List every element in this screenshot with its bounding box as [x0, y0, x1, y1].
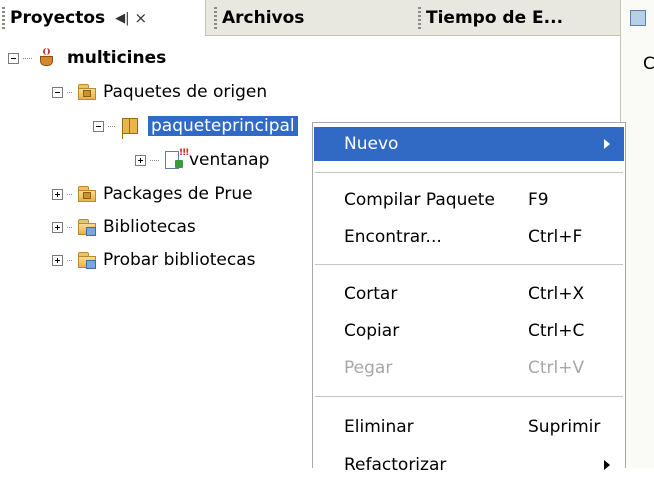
context-menu: Nuevo Compilar Paquete F9 Encontrar... C…	[312, 122, 626, 475]
menu-item-cortar[interactable]: Cortar Ctrl+X	[314, 277, 624, 311]
menu-item-label: Pegar	[344, 358, 393, 378]
tree-node-ventanap[interactable]: !!! ventanap	[135, 147, 269, 173]
menu-item-label: Cortar	[344, 284, 398, 304]
tab-proyectos-label: Proyectos	[10, 8, 106, 28]
tree-node-label: ventanap	[189, 150, 270, 170]
tree-connector	[108, 125, 116, 127]
tree-connector	[67, 226, 73, 228]
menu-item-label: Encontrar...	[344, 227, 442, 247]
expand-toggle-icon[interactable]	[52, 188, 63, 200]
menu-item-compilar-paquete[interactable]: Compilar Paquete F9	[314, 183, 624, 217]
menu-separator	[315, 396, 623, 397]
menu-separator	[315, 172, 623, 173]
menu-separator	[315, 264, 623, 265]
submenu-arrow-icon	[604, 460, 610, 470]
tree-node-bibliotecas[interactable]: Bibliotecas	[52, 214, 196, 240]
tree-node-paquetes-de-origen[interactable]: Paquetes de origen	[52, 79, 267, 105]
tree-node-label: Probar bibliotecas	[103, 250, 256, 270]
tree-node-label: Packages de Prue	[103, 184, 253, 204]
menu-item-shortcut: Ctrl+F	[528, 227, 583, 247]
folder-package-icon	[77, 82, 97, 102]
tree-node-paqueteprincipal[interactable]: paqueteprincipal	[93, 113, 298, 139]
expand-toggle-icon[interactable]	[52, 221, 63, 233]
tab-tiempo-de-ejecucion[interactable]: Tiempo de E...	[418, 0, 606, 36]
menu-item-shortcut: Ctrl+X	[528, 284, 585, 304]
minimize-window-icon[interactable]: ◀|	[115, 11, 129, 26]
editor-edge-text: C	[643, 54, 654, 74]
collapse-toggle-icon[interactable]	[52, 86, 63, 98]
tree-connector	[150, 159, 159, 161]
menu-item-label: Compilar Paquete	[344, 190, 495, 210]
menu-item-label: Eliminar	[344, 417, 414, 437]
tree-connector	[67, 259, 73, 261]
tree-node-label: paqueteprincipal	[148, 116, 298, 136]
tree-node-label: Bibliotecas	[103, 217, 196, 237]
menu-item-label: Nuevo	[344, 134, 399, 154]
tree-node-label: Paquetes de origen	[103, 82, 268, 102]
menu-item-encontrar[interactable]: Encontrar... Ctrl+F	[314, 220, 624, 254]
menu-item-label: Refactorizar	[344, 455, 447, 475]
tree-node-packages-de-prueba[interactable]: Packages de Prue	[52, 181, 253, 207]
java-form-file-icon: !!!	[163, 148, 189, 170]
tab-drag-grip[interactable]	[2, 7, 5, 29]
tab-archivos[interactable]: Archivos	[214, 0, 409, 36]
menu-item-copiar[interactable]: Copiar Ctrl+C	[314, 314, 624, 348]
menu-item-refactorizar[interactable]: Refactorizar	[314, 448, 624, 482]
menu-item-shortcut: F9	[528, 190, 549, 210]
menu-item-nuevo[interactable]: Nuevo	[314, 127, 624, 161]
tree-node-label: multicines	[67, 48, 167, 68]
menu-item-shortcut: Ctrl+C	[528, 321, 585, 341]
tab-proyectos[interactable]: Proyectos ◀| ×	[0, 0, 206, 36]
editor-tab-icon[interactable]	[630, 10, 646, 26]
tree-connector	[67, 193, 73, 195]
folder-package-icon	[77, 184, 97, 204]
tree-node-probar-bibliotecas[interactable]: Probar bibliotecas	[52, 247, 255, 273]
tab-tiempo-label: Tiempo de E...	[426, 8, 564, 28]
close-tab-icon[interactable]: ×	[135, 9, 148, 27]
menu-item-pegar: Pegar Ctrl+V	[314, 351, 624, 385]
expand-toggle-icon[interactable]	[135, 154, 146, 166]
collapse-toggle-icon[interactable]	[93, 120, 104, 132]
menu-item-shortcut: Ctrl+V	[528, 358, 585, 378]
menu-item-label: Copiar	[344, 321, 400, 341]
tab-archivos-label: Archivos	[222, 8, 305, 28]
tree-connector	[23, 57, 33, 59]
submenu-arrow-icon	[604, 139, 610, 149]
collapse-toggle-icon[interactable]	[8, 52, 19, 64]
folder-library-icon	[77, 217, 97, 237]
package-icon	[120, 116, 140, 136]
tree-connector	[67, 91, 73, 93]
expand-toggle-icon[interactable]	[52, 254, 63, 266]
menu-item-shortcut: Suprimir	[528, 417, 601, 437]
tab-drag-grip[interactable]	[214, 7, 217, 29]
tab-drag-grip[interactable]	[418, 7, 421, 29]
menu-item-eliminar[interactable]: Eliminar Suprimir	[314, 410, 624, 444]
folder-library-icon	[77, 250, 97, 270]
explorer-tab-bar: Proyectos ◀| × Archivos Tiempo de E...	[0, 0, 654, 36]
tree-node-multicines[interactable]: multicines	[8, 45, 166, 71]
coffee-cup-icon	[37, 48, 57, 68]
